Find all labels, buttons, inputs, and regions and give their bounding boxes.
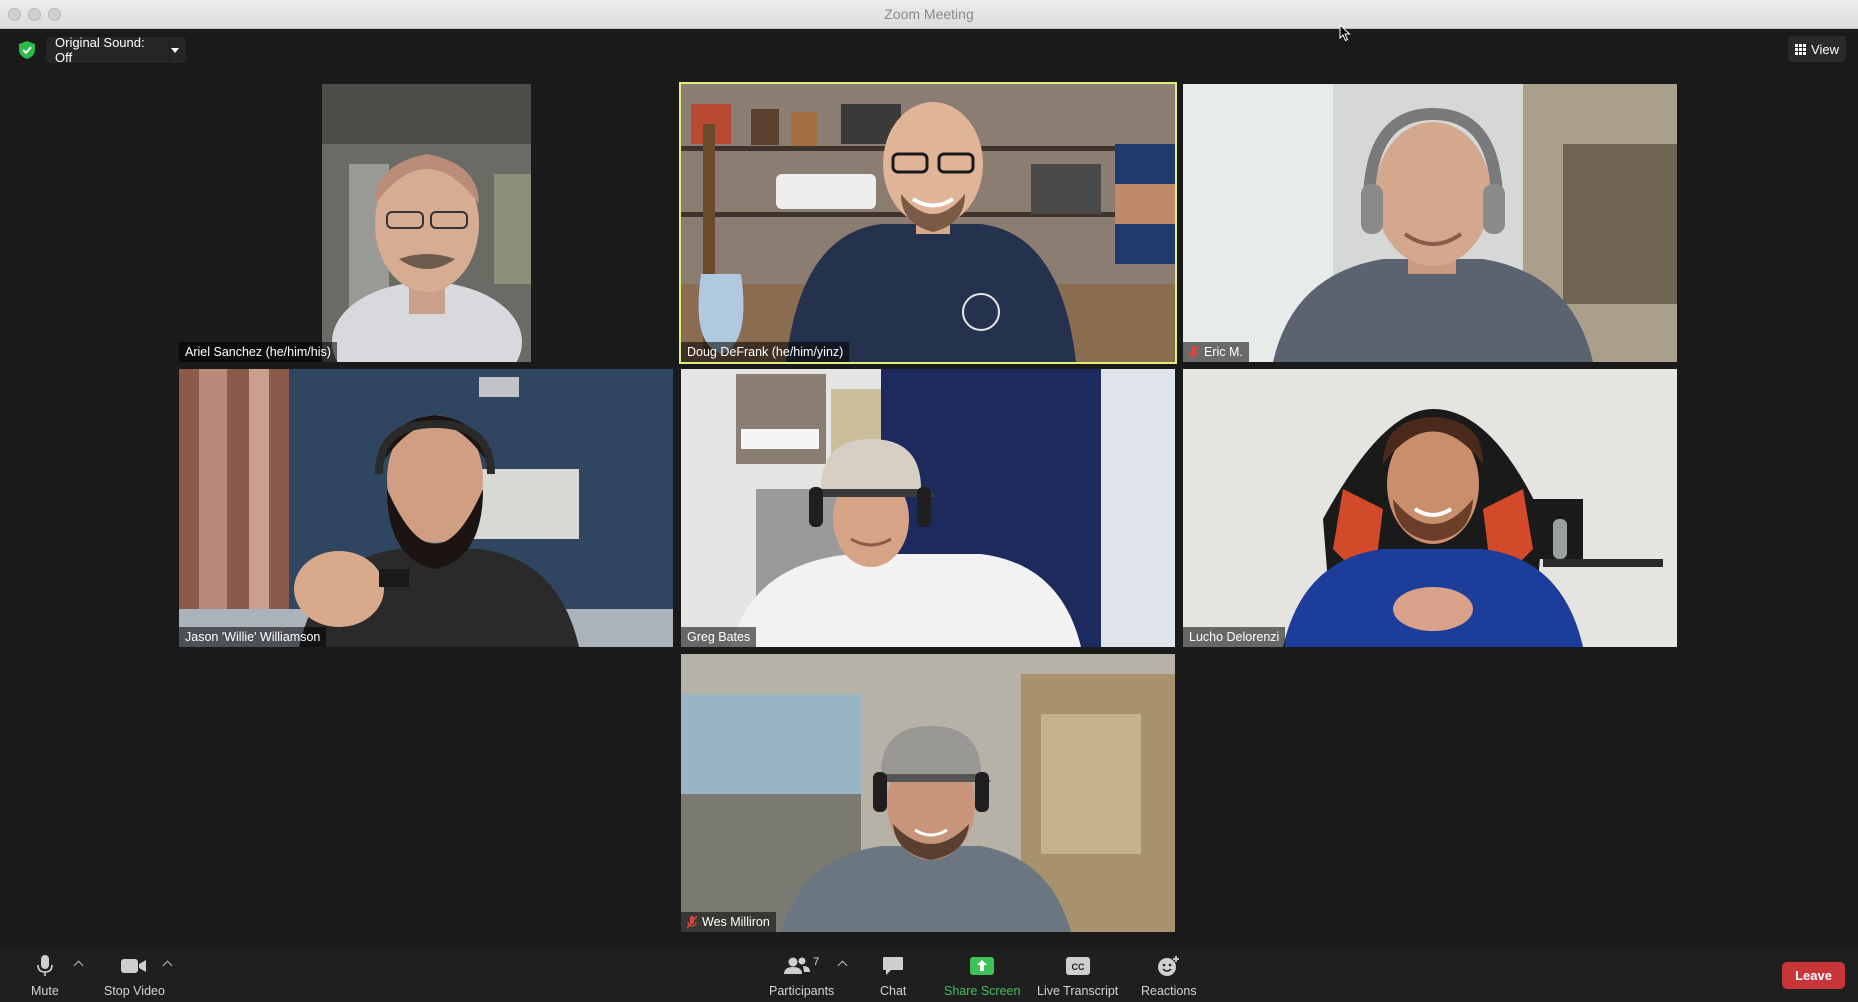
participants-options-chevron-up-icon[interactable] bbox=[837, 960, 848, 971]
participant-name: Ariel Sanchez (he/him/his) bbox=[185, 345, 331, 359]
view-button[interactable]: View bbox=[1788, 36, 1846, 62]
video-tile-doug-defrank[interactable]: Doug DeFrank (he/him/yinz) bbox=[679, 82, 1177, 364]
view-label: View bbox=[1811, 41, 1839, 57]
mute-label: Mute bbox=[31, 984, 59, 998]
participant-name: Lucho Delorenzi bbox=[1189, 630, 1280, 644]
stop-video-button[interactable]: Stop Video bbox=[104, 954, 165, 998]
chat-bubble-icon bbox=[883, 957, 904, 975]
reactions-label: Reactions bbox=[1141, 984, 1197, 998]
chevron-down-icon[interactable] bbox=[171, 47, 179, 53]
microphone-muted-icon bbox=[1189, 345, 1199, 358]
participant-video-doug-defrank bbox=[681, 84, 1175, 362]
divider bbox=[169, 37, 170, 63]
mute-button[interactable]: Mute bbox=[31, 954, 59, 998]
security-shield-icon[interactable] bbox=[19, 41, 35, 59]
participant-name: Greg Bates bbox=[687, 630, 751, 644]
microphone-muted-icon bbox=[687, 915, 697, 928]
participant-name-tag: Ariel Sanchez (he/him/his) bbox=[179, 342, 337, 362]
participants-button[interactable]: 7 Participants bbox=[769, 954, 834, 998]
original-sound-button[interactable]: Original Sound: Off bbox=[46, 35, 186, 65]
participant-video-eric-m bbox=[1183, 84, 1677, 362]
mouse-cursor-icon bbox=[1339, 24, 1351, 42]
share-screen-button[interactable]: Share Screen bbox=[944, 954, 1020, 998]
participant-video-wes-milliron bbox=[681, 654, 1175, 932]
participant-name-tag: Greg Bates bbox=[681, 627, 757, 647]
live-transcript-button[interactable]: CC Live Transcript bbox=[1037, 954, 1118, 998]
video-tile-wes-milliron[interactable]: Wes Milliron bbox=[681, 654, 1175, 932]
participant-name: Eric M. bbox=[1204, 345, 1243, 359]
chat-label: Chat bbox=[880, 984, 907, 998]
window-title-bar[interactable]: Zoom Meeting bbox=[0, 0, 1858, 29]
participant-name: Wes Milliron bbox=[702, 915, 770, 929]
meeting-controls-toolbar: Mute Stop Video 7 Participants Chat Shar… bbox=[0, 948, 1858, 1002]
svg-text:CC: CC bbox=[1071, 962, 1084, 972]
participant-video-ariel-sanchez bbox=[179, 84, 673, 362]
participants-label: Participants bbox=[769, 984, 835, 998]
participants-icon bbox=[784, 957, 811, 974]
participant-name-tag: Lucho Delorenzi bbox=[1183, 627, 1286, 647]
share-screen-icon bbox=[970, 957, 995, 975]
microphone-icon bbox=[37, 955, 53, 976]
participant-video-lucho-delorenzi bbox=[1183, 369, 1677, 647]
video-tile-greg-bates[interactable]: Greg Bates bbox=[681, 369, 1175, 647]
participant-name-tag: Wes Milliron bbox=[681, 912, 776, 932]
audio-options-chevron-up-icon[interactable] bbox=[73, 960, 84, 971]
participant-name-tag: Jason 'Willie' Williamson bbox=[179, 627, 327, 647]
original-sound-label: Original Sound: Off bbox=[55, 35, 145, 65]
video-tile-lucho-delorenzi[interactable]: Lucho Delorenzi bbox=[1183, 369, 1677, 647]
participant-name: Doug DeFrank (he/him/yinz) bbox=[687, 345, 844, 359]
participants-count: 7 bbox=[813, 956, 820, 968]
participant-video-jason-williamson bbox=[179, 369, 673, 647]
participant-video-greg-bates bbox=[681, 369, 1175, 647]
stop-video-label: Stop Video bbox=[104, 984, 165, 998]
window-title: Zoom Meeting bbox=[884, 6, 974, 22]
share-screen-label: Share Screen bbox=[944, 984, 1021, 998]
participant-name-tag: Eric M. bbox=[1183, 342, 1249, 362]
live-transcript-label: Live Transcript bbox=[1037, 984, 1119, 998]
video-tile-ariel-sanchez[interactable]: Ariel Sanchez (he/him/his) bbox=[179, 84, 673, 362]
video-camera-icon bbox=[121, 959, 147, 973]
participant-name: Jason 'Willie' Williamson bbox=[185, 630, 321, 644]
video-tile-jason-williamson[interactable]: Jason 'Willie' Williamson bbox=[179, 369, 673, 647]
reactions-button[interactable]: Reactions bbox=[1141, 954, 1197, 998]
leave-button[interactable]: Leave bbox=[1782, 962, 1845, 989]
closed-captions-icon: CC bbox=[1065, 957, 1090, 975]
chat-button[interactable]: Chat bbox=[880, 954, 906, 998]
grid-view-icon bbox=[1795, 43, 1807, 55]
reactions-smiley-icon bbox=[1157, 956, 1179, 976]
participant-name-tag: Doug DeFrank (he/him/yinz) bbox=[681, 342, 850, 362]
video-tile-eric-m[interactable]: Eric M. bbox=[1183, 84, 1677, 362]
